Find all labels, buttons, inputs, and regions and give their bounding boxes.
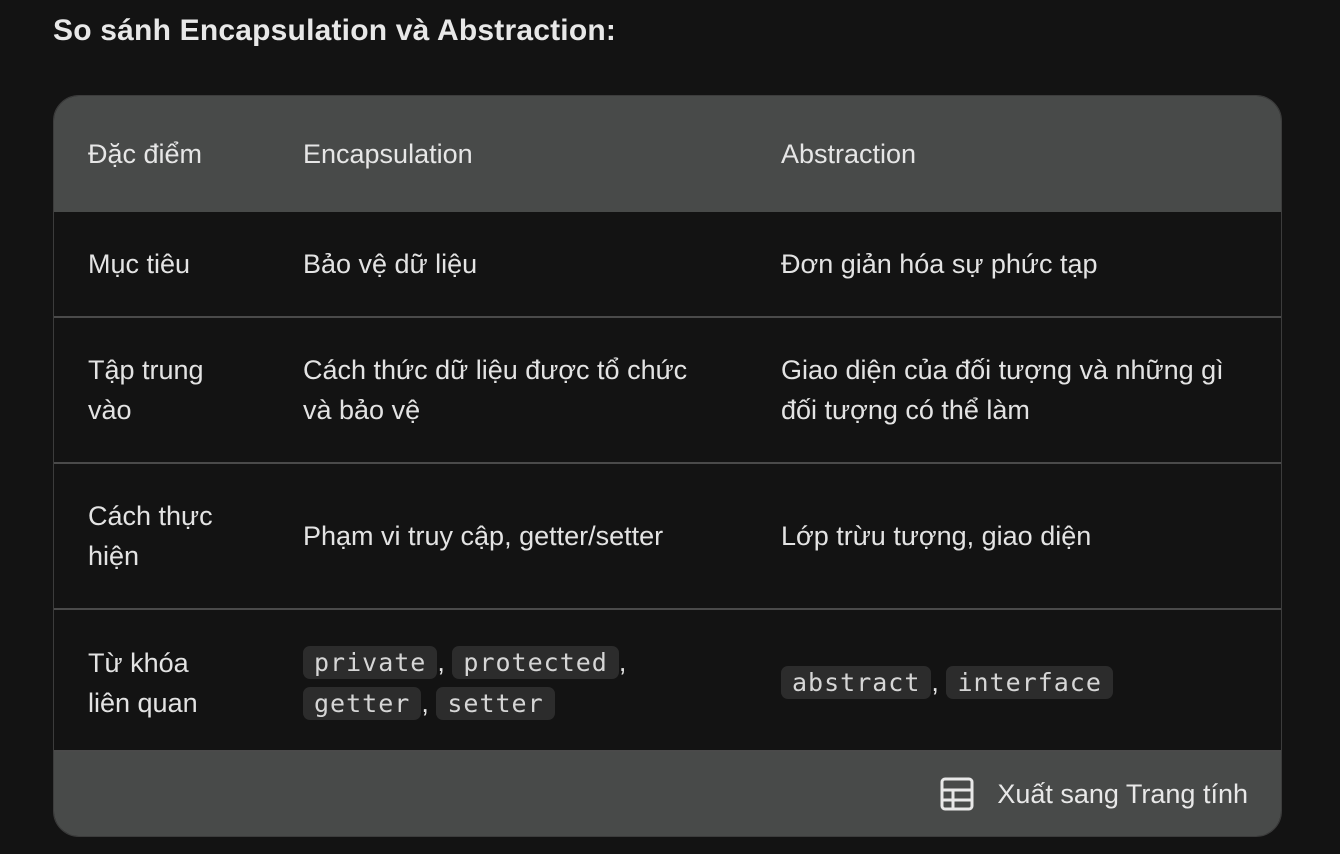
row-feature: Mục tiêu	[88, 249, 191, 279]
keyword-separator: ,	[931, 667, 939, 697]
export-to-sheets-button[interactable]: Xuất sang Trang tính	[939, 776, 1248, 812]
column-header-abstraction: Abstraction	[781, 138, 917, 169]
keyword-code: interface	[946, 666, 1113, 699]
row-feature: Cách thực hiện	[88, 501, 213, 571]
row-abstraction: Lớp trừu tượng, giao diện	[781, 521, 1092, 551]
column-header-feature: Đặc điểm	[88, 138, 203, 169]
page-title: So sánh Encapsulation và Abstraction:	[53, 14, 617, 47]
row-abstraction: Giao diện của đối tượng và những gì đối …	[781, 355, 1224, 425]
keyword-code: private	[303, 645, 438, 679]
column-header-encapsulation: Encapsulation	[303, 138, 473, 169]
comparison-table-card: Đặc điểm Encapsulation Abstraction Mục t…	[53, 95, 1282, 837]
row-encapsulation: Bảo vệ dữ liệu	[303, 249, 478, 279]
table-row: Tập trung vào Cách thức dữ liệu được tổ …	[54, 317, 1281, 463]
row-abstraction-keywords: abstract, interface	[746, 609, 1281, 755]
keyword-separator: ,	[618, 646, 627, 677]
row-encapsulation-keywords: private, protected, getter, setter	[269, 609, 746, 755]
table-header-row: Đặc điểm Encapsulation Abstraction	[54, 96, 1281, 212]
row-encapsulation: Phạm vi truy cập, getter/setter	[303, 521, 664, 551]
keyword-separator: ,	[421, 687, 429, 718]
row-encapsulation: Cách thức dữ liệu được tổ chức và bảo vệ	[303, 355, 688, 425]
comparison-table: Đặc điểm Encapsulation Abstraction Mục t…	[54, 96, 1281, 755]
row-feature: Tập trung vào	[88, 355, 204, 425]
table-row: Cách thực hiện Phạm vi truy cập, getter/…	[54, 463, 1281, 609]
table-sheet-icon	[940, 777, 974, 811]
keyword-code: abstract	[781, 666, 932, 699]
keyword-code: getter	[303, 686, 422, 720]
row-abstraction: Đơn giản hóa sự phức tạp	[781, 249, 1098, 279]
keyword-separator: ,	[437, 646, 445, 677]
export-label: Xuất sang Trang tính	[997, 778, 1248, 809]
table-row: Mục tiêu Bảo vệ dữ liệu Đơn giản hóa sự …	[54, 212, 1281, 317]
table-footer: Xuất sang Trang tính	[54, 750, 1281, 836]
table-row: Từ khóa liên quan private, protected, ge…	[54, 609, 1281, 755]
row-feature: Từ khóa liên quan	[88, 647, 198, 718]
keyword-code: setter	[436, 686, 555, 720]
keyword-code: protected	[452, 645, 619, 679]
